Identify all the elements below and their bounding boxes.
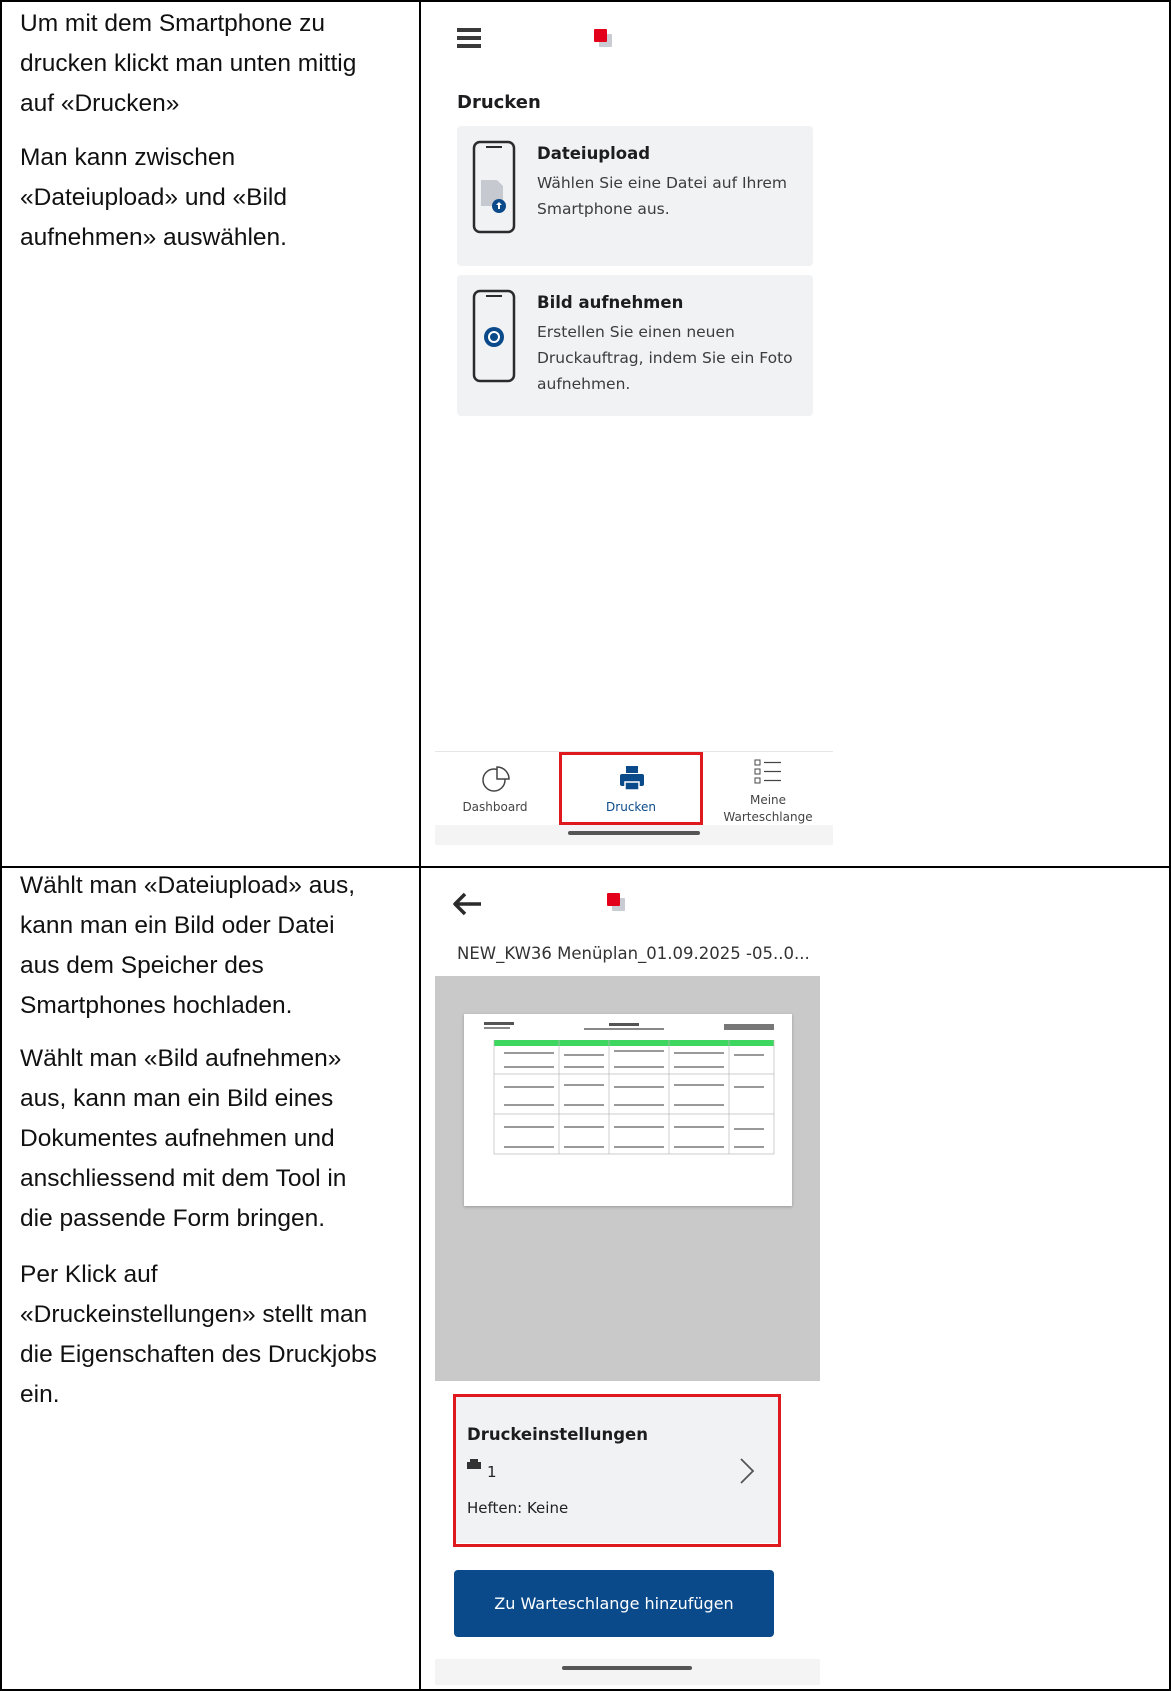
card-title: Bild aufnehmen: [537, 293, 684, 312]
page-title: Drucken: [457, 92, 541, 113]
system-bar: [435, 825, 833, 845]
row2-para2: Wählt man «Bild aufnehmen» aus, kann man…: [20, 1039, 346, 1239]
list-icon: [754, 759, 781, 784]
system-bar: [435, 1659, 820, 1685]
hamburger-menu-icon[interactable]: [457, 28, 481, 48]
text-line: ein.: [20, 1381, 60, 1408]
file-name: NEW_KW36 Menüplan_01.09.2025 -05..0...: [457, 944, 810, 963]
highlight-drucken: [559, 752, 703, 825]
card-description: Wählen Sie eine Datei auf Ihrem Smartpho…: [537, 174, 788, 218]
nav-label: Dashboard: [462, 800, 528, 814]
text-line: «Druckeinstellungen» stellt man: [20, 1301, 368, 1328]
document-preview: [435, 976, 820, 1381]
nav-label: Meine Warteschlange: [723, 793, 813, 824]
text-line: anschliessend mit dem Tool in: [20, 1165, 347, 1192]
nav-dashboard[interactable]: Dashboard: [435, 752, 555, 836]
menu-document-thumbnail: [464, 1014, 792, 1206]
text-line: Wählt man «Dateiupload» aus,: [20, 872, 356, 899]
table-border-top: [0, 0, 1171, 2]
text-line: Wählt man «Bild aufnehmen»: [20, 1045, 342, 1072]
card-title: Dateiupload: [537, 144, 651, 163]
home-indicator: [562, 1666, 692, 1670]
add-to-queue-button[interactable]: Zu Warteschlange hinzufügen: [454, 1570, 774, 1637]
row2-para3: Per Klick auf «Druckeinstellungen» stell…: [20, 1255, 377, 1415]
text-line: die passende Form bringen.: [20, 1205, 326, 1232]
text-line: auf «Drucken»: [20, 90, 180, 117]
row1-para1: Um mit dem Smartphone zu drucken klickt …: [20, 4, 356, 124]
card-dateiupload[interactable]: Dateiupload Wählen Sie eine Datei auf Ih…: [457, 126, 813, 266]
card-description: Erstellen Sie einen neuen Druckauftrag, …: [537, 323, 793, 393]
text-line: Dokumentes aufnehmen und: [20, 1125, 335, 1152]
text-line: Man kann zwischen: [20, 144, 236, 171]
text-line: die Eigenschaften des Druckjobs: [20, 1341, 377, 1368]
text-line: Per Klick auf: [20, 1261, 158, 1288]
table-border-left: [0, 0, 2, 1691]
text-line: drucken klickt man unten mittig: [20, 50, 357, 77]
row2-para1: Wählt man «Dateiupload» aus, kann man ei…: [20, 866, 355, 1026]
text-line: aus dem Speicher des: [20, 952, 264, 979]
table-border-divider: [419, 0, 421, 1691]
highlight-print-settings: [453, 1394, 781, 1547]
phone-upload-icon: [472, 140, 516, 234]
phone-screen-file-preview: NEW_KW36 Menüplan_01.09.2025 -05..0... D…: [435, 870, 820, 1685]
home-indicator: [568, 831, 700, 835]
card-bild-aufnehmen[interactable]: Bild aufnehmen Erstellen Sie einen neuen…: [457, 275, 813, 416]
text-line: «Dateiupload» und «Bild: [20, 184, 287, 211]
back-arrow-icon[interactable]: [453, 892, 483, 916]
text-line: Smartphones hochladen.: [20, 992, 293, 1019]
pie-chart-icon: [482, 766, 510, 792]
text-line: aus, kann man ein Bild eines: [20, 1085, 334, 1112]
phone-screen-print-menu: Drucken Dateiupload Wählen Sie eine Date…: [435, 10, 833, 845]
text-line: aufnehmen» auswählen.: [20, 224, 287, 251]
row1-para2: Man kann zwischen «Dateiupload» und «Bil…: [20, 138, 287, 258]
text-line: kann man ein Bild oder Datei: [20, 912, 335, 939]
nav-warteschlange[interactable]: Meine Warteschlange: [703, 752, 833, 836]
phone-camera-icon: [472, 289, 516, 383]
text-line: Um mit dem Smartphone zu: [20, 10, 325, 37]
